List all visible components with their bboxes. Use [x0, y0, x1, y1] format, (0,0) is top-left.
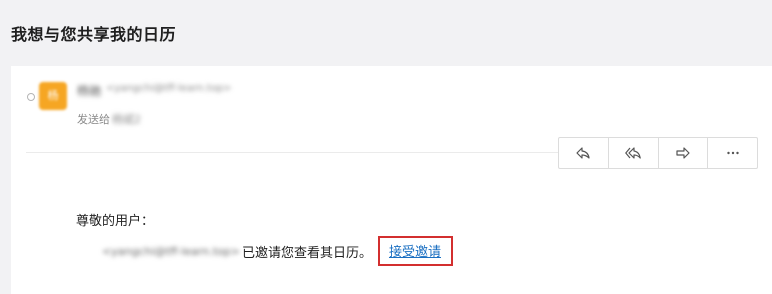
invite-line: <yangchi@tff-learn.top> 已邀请您查看其日历。 接受邀请 — [102, 236, 453, 266]
more-icon — [726, 151, 739, 155]
sender-name[interactable]: 杨驰 — [77, 82, 101, 99]
recipients-prefix: 发送给 — [77, 113, 110, 126]
accept-invite-link[interactable]: 接受邀请 — [389, 245, 441, 260]
sender-email[interactable]: <yangchi@tff-learn.top> — [106, 83, 231, 94]
page-title: 我想与您共享我的日历 — [11, 25, 177, 44]
inviter-email: <yangchi@tff-learn.top> — [102, 244, 240, 258]
reply-all-button[interactable] — [609, 138, 659, 168]
forward-button[interactable] — [659, 138, 709, 168]
accept-highlight-box: 接受邀请 — [377, 236, 453, 266]
reply-button[interactable] — [559, 138, 609, 168]
reply-all-icon — [625, 147, 641, 159]
reply-icon — [576, 147, 590, 159]
mail-card: 杨 杨驰 <yangchi@tff-learn.top> 发送给 杨斌2 尊敬的… — [11, 66, 772, 294]
header-divider — [26, 152, 572, 153]
forward-icon — [676, 147, 690, 159]
invite-text: 已邀请您查看其日历。 — [241, 245, 372, 261]
recipients-line: 发送给 杨斌2 — [77, 111, 141, 127]
avatar[interactable]: 杨 — [39, 82, 67, 110]
mail-toolbar — [558, 137, 758, 169]
recipient-name[interactable]: 杨斌2 — [112, 111, 141, 127]
more-button[interactable] — [708, 138, 757, 168]
greeting-text: 尊敬的用户： — [76, 214, 155, 229]
unread-indicator[interactable] — [27, 93, 35, 101]
